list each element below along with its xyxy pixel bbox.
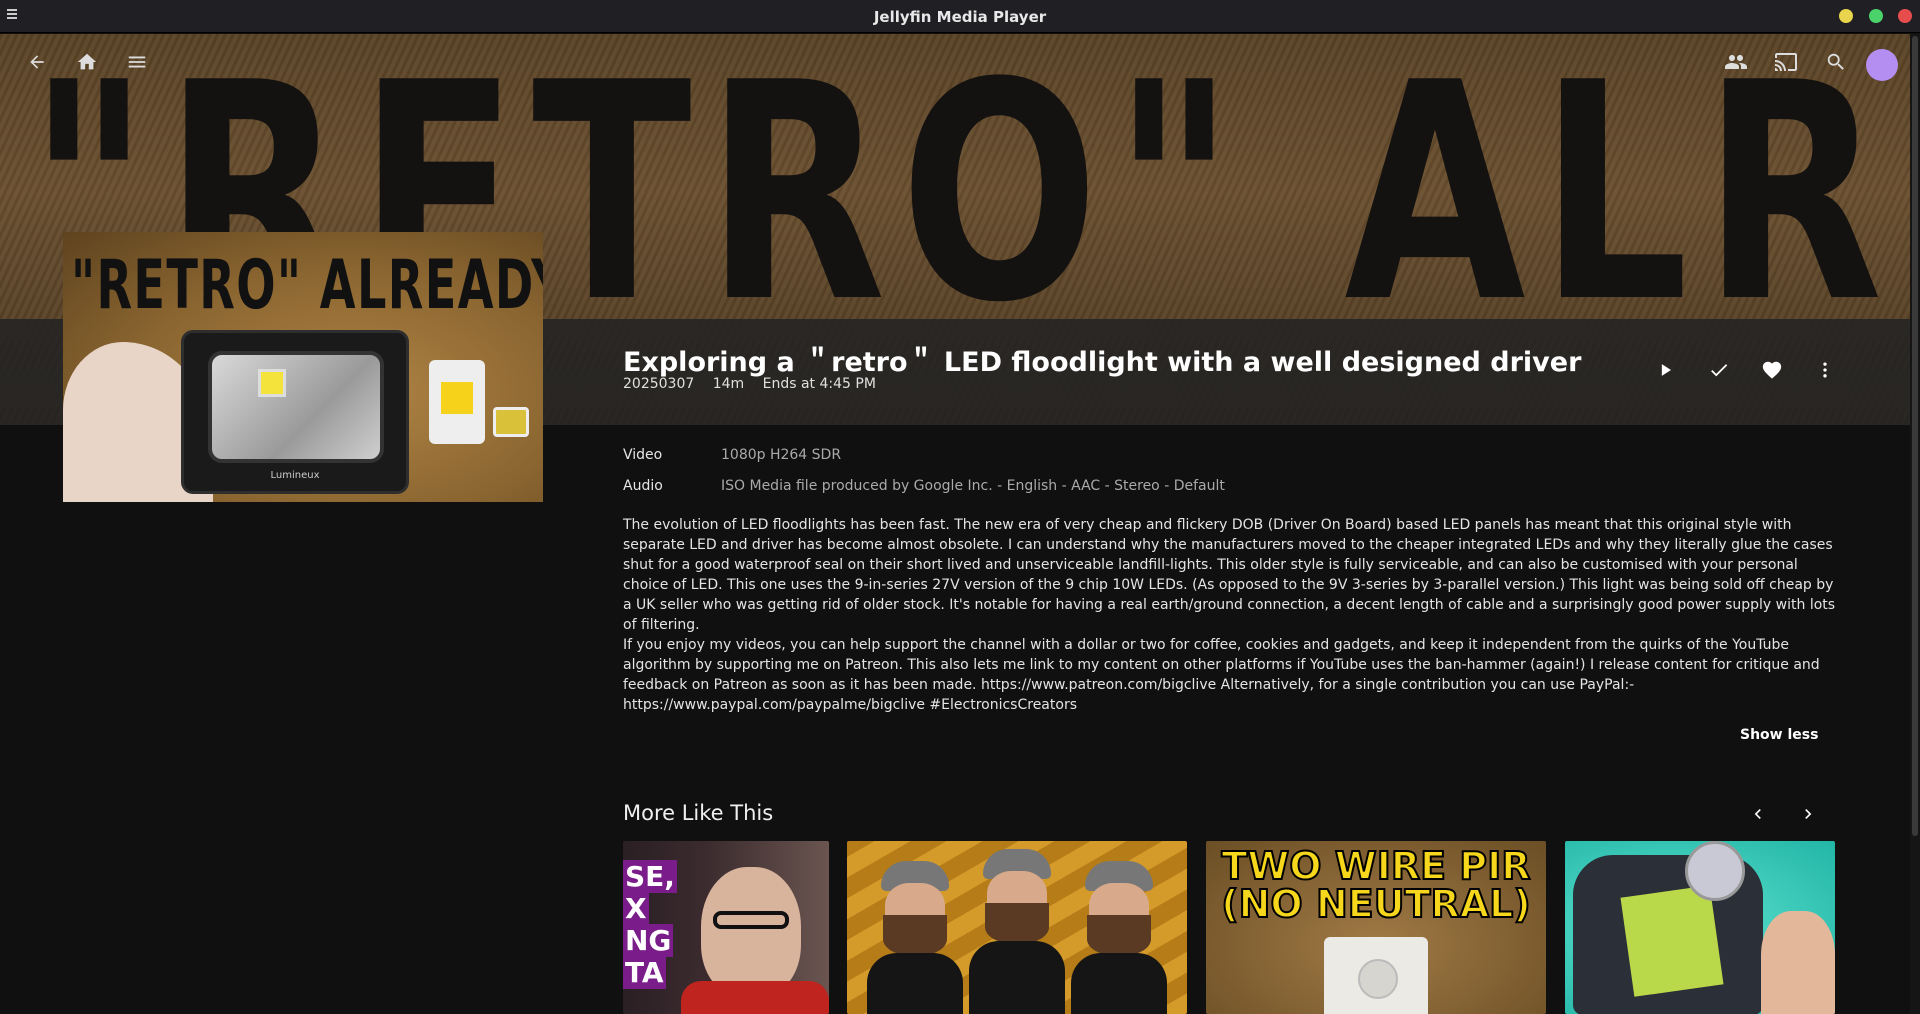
card-pir-sensor (1324, 937, 1428, 1014)
card-glasses (713, 911, 789, 929)
card-person (1071, 861, 1167, 1014)
card-shirt (681, 981, 829, 1014)
thumb-text-line: SE, (623, 860, 677, 893)
poster-small-led (493, 407, 529, 437)
item-date: 20250307 (623, 376, 695, 392)
item-title: Exploring a ＂retro＂ LED floodlight with … (623, 347, 1582, 378)
scrollbar-thumb[interactable] (1912, 36, 1918, 836)
similar-item-card[interactable]: TWO WIRE PIR (NO NEUTRAL) (1206, 841, 1546, 1014)
similar-item-card[interactable] (847, 841, 1187, 1014)
card-thumb-text: SE, X NG TA (623, 860, 683, 989)
card-thumb-text: TWO WIRE PIR (NO NEUTRAL) (1206, 844, 1546, 926)
item-runtime: 14m (712, 376, 745, 392)
audio-value: ISO Media file produced by Google Inc. -… (721, 478, 1225, 494)
video-info-row: Video 1080p H264 SDR (623, 447, 841, 463)
poster-floodlight: Lumineux (181, 330, 409, 494)
more-like-this-title: More Like This (623, 801, 774, 825)
floodlight-led (258, 369, 286, 397)
thumb-text-line: TA (623, 956, 666, 989)
thumb-text-line: (NO NEUTRAL) (1220, 882, 1532, 926)
menu-icon[interactable] (123, 48, 151, 76)
item-ends-at: Ends at 4:45 PM (762, 376, 876, 392)
maximize-button[interactable] (1869, 9, 1883, 23)
item-meta: 20250307 14m Ends at 4:45 PM (623, 376, 890, 392)
similar-item-card[interactable]: SE, X NG TA (623, 841, 829, 1014)
audio-info-row: Audio ISO Media file produced by Google I… (623, 478, 1225, 494)
card-device-screen (1620, 885, 1724, 997)
close-button[interactable] (1898, 9, 1912, 23)
show-less-button[interactable]: Show less (1740, 727, 1818, 743)
item-overview: The evolution of LED floodlights has bee… (623, 517, 1836, 713)
thumb-text-line: X (623, 892, 649, 925)
home-icon[interactable] (73, 48, 101, 76)
played-check-button[interactable] (1705, 356, 1733, 384)
window-titlebar: Jellyfin Media Player (0, 0, 1920, 33)
card-disc (1685, 841, 1745, 901)
minimize-button[interactable] (1839, 9, 1853, 23)
syncplay-icon[interactable] (1722, 48, 1750, 76)
similar-item-card[interactable] (1565, 841, 1835, 1014)
cast-icon[interactable] (1772, 48, 1800, 76)
scroll-left-button[interactable] (1744, 800, 1772, 828)
user-avatar[interactable] (1866, 49, 1898, 81)
item-poster: "RETRO" ALREADY Lumineux (63, 232, 543, 502)
card-person (969, 849, 1065, 1014)
card-face (701, 867, 801, 997)
thumb-text-line: NG (623, 924, 674, 957)
play-button[interactable] (1652, 356, 1680, 384)
scroll-right-button[interactable] (1794, 800, 1822, 828)
back-arrow-icon[interactable] (23, 48, 51, 76)
more-options-button[interactable] (1811, 356, 1839, 384)
video-label: Video (623, 447, 663, 463)
card-person (867, 861, 963, 1014)
page-scrollbar[interactable] (1910, 34, 1920, 1014)
card-person (1761, 911, 1835, 1014)
window-title: Jellyfin Media Player (873, 8, 1047, 26)
poster-led-chip (429, 360, 485, 444)
poster-title-text: "RETRO" ALREADY (71, 246, 543, 325)
floodlight-glass (208, 351, 384, 463)
search-icon[interactable] (1822, 48, 1850, 76)
audio-label: Audio (623, 478, 663, 494)
favorite-heart-button[interactable] (1758, 356, 1786, 384)
thumb-text-line: TWO WIRE PIR (1220, 844, 1531, 888)
video-value: 1080p H264 SDR (721, 447, 842, 463)
poster-brand-text: Lumineux (270, 470, 320, 481)
